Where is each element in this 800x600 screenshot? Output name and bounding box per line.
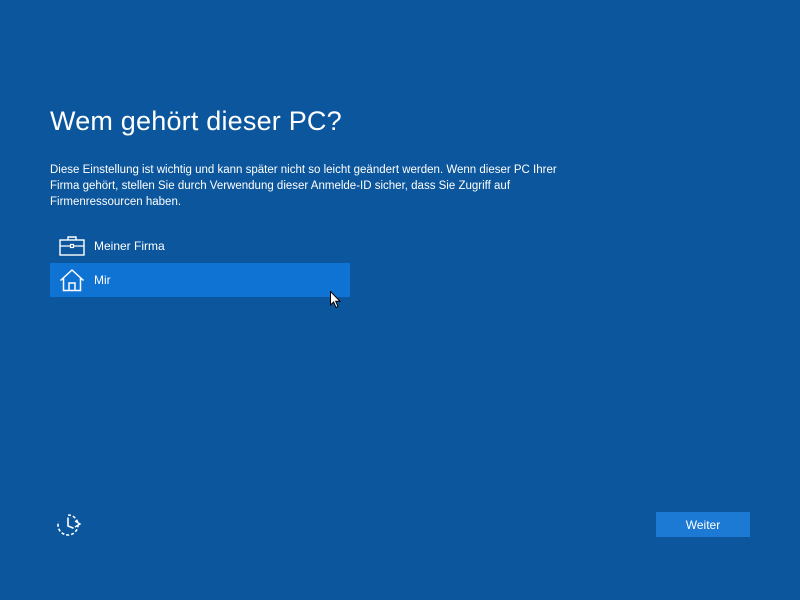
briefcase-icon <box>58 234 86 258</box>
ease-of-access-icon[interactable] <box>54 511 82 539</box>
mouse-cursor-icon <box>330 291 342 309</box>
ownership-options: Meiner Firma Mir <box>50 229 350 297</box>
option-me-label: Mir <box>94 273 111 287</box>
page-description: Diese Einstellung ist wichtig und kann s… <box>50 164 557 208</box>
next-button[interactable]: Weiter <box>656 512 750 537</box>
page-title: Wem gehört dieser PC? <box>50 106 342 136</box>
home-icon <box>58 268 86 292</box>
option-my-company-label: Meiner Firma <box>94 239 165 253</box>
option-me[interactable]: Mir <box>50 263 350 297</box>
option-my-company[interactable]: Meiner Firma <box>50 229 350 263</box>
